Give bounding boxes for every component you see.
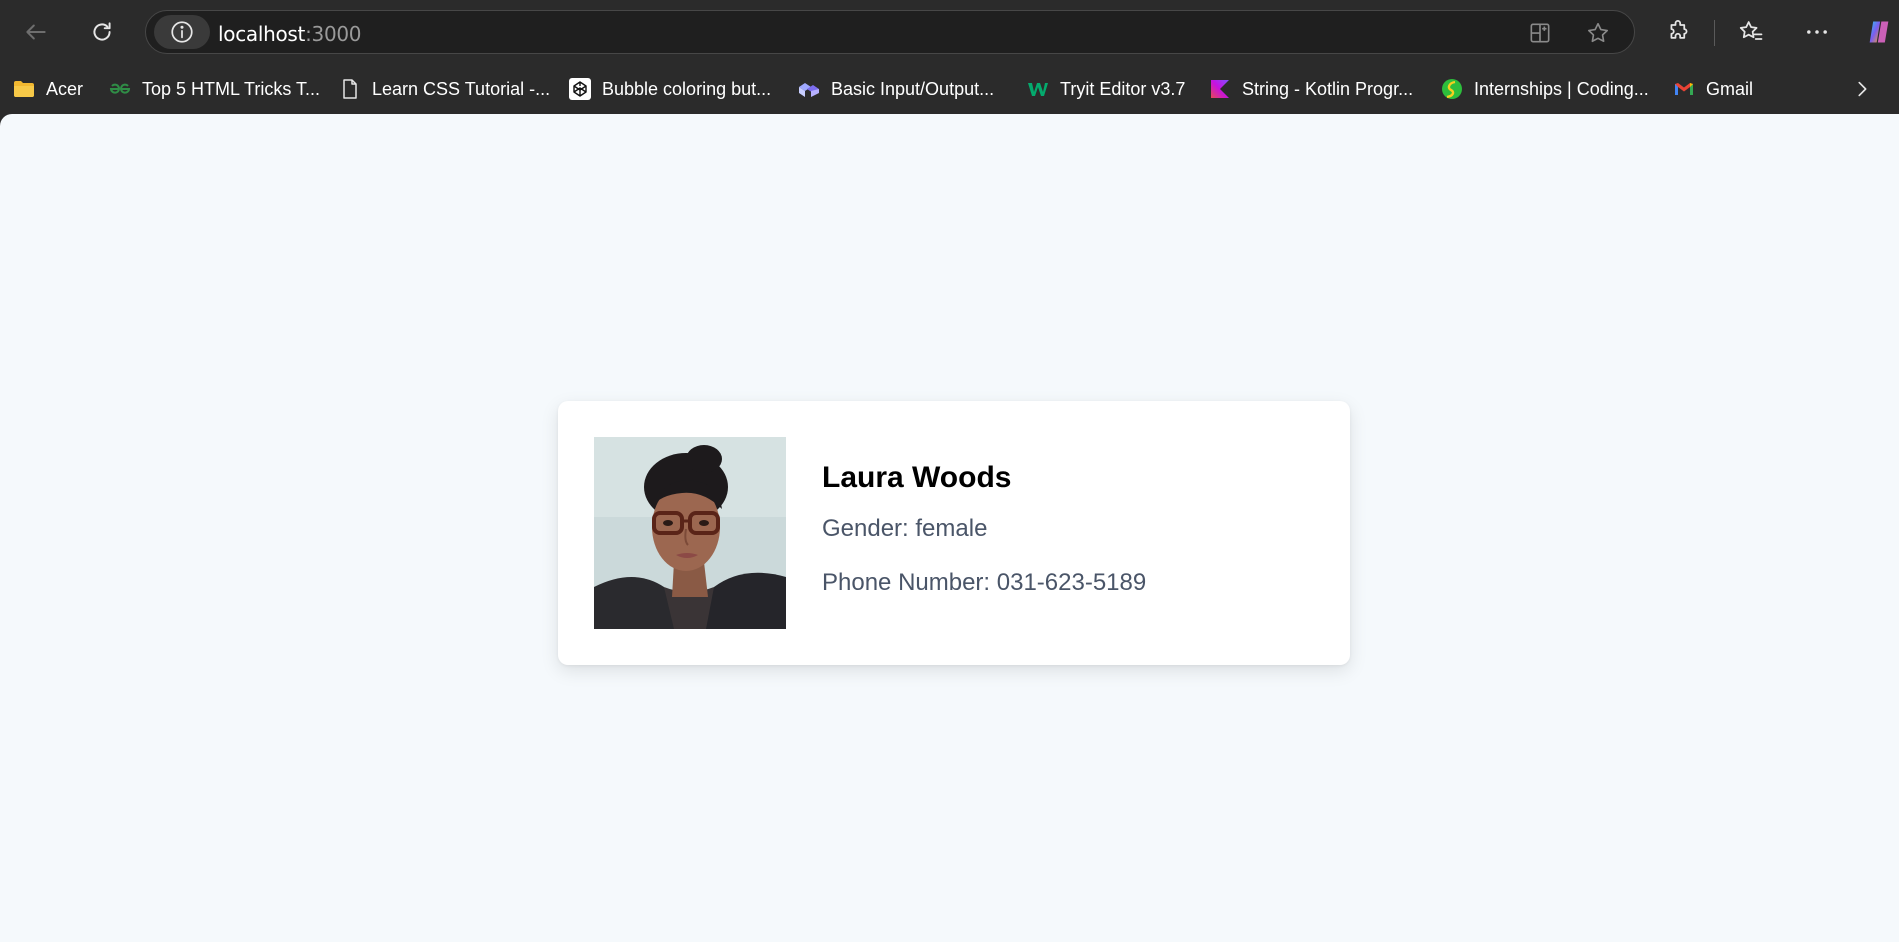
coding-site-icon [1440,77,1464,101]
geeksforgeeks-icon [108,77,132,101]
bookmark-label: Internships | Coding... [1474,78,1649,99]
address-bar[interactable]: localhost:3000 [145,10,1635,54]
bookmark-internships[interactable]: Internships | Coding... [1436,73,1653,105]
profile-phone: Phone Number: 031-623-5189 [822,569,1147,596]
url-text[interactable]: localhost:3000 [218,22,362,46]
copilot-button[interactable] [1859,12,1899,52]
profile-gender: Gender: female [822,515,988,542]
app-available-button[interactable] [1526,19,1554,47]
bookmark-css-tutorial[interactable]: Learn CSS Tutorial -... [334,73,554,105]
bookmark-label: Basic Input/Output... [831,78,995,99]
url-host: localhost [218,22,306,46]
app-grid-icon [1530,23,1550,43]
extensions-button[interactable] [1659,12,1699,52]
blocks-icon [797,77,821,101]
bookmark-basic-io[interactable]: Basic Input/Output... [793,73,998,105]
toolbar-divider [1714,20,1715,46]
profile-info: Laura Woods Gender: female Phone Number:… [822,461,1146,597]
copilot-icon [1869,21,1889,43]
gmail-icon [1672,77,1696,101]
profile-card: Laura Woods Gender: female Phone Number:… [558,401,1350,665]
ellipsis-icon [1807,30,1827,34]
profile-name: Laura Woods [822,461,1012,494]
page-viewport: Laura Woods Gender: female Phone Number:… [0,114,1899,942]
back-button[interactable] [16,12,56,52]
bookmark-acer[interactable]: Acer [8,73,87,105]
chevron-right-icon [1858,81,1867,97]
bookmarks-bar: Acer Top 5 HTML Tricks T... Learn CSS Tu… [0,64,1899,114]
profile-photo-image [594,437,786,629]
kotlin-icon [1208,77,1232,101]
profile-photo [594,437,786,629]
bookmark-label: Bubble coloring but... [602,78,772,99]
refresh-icon [93,22,111,41]
star-icon [1587,22,1609,43]
bookmark-label: String - Kotlin Progr... [1242,78,1414,99]
favorite-star-button[interactable] [1584,19,1612,47]
back-arrow-icon [26,24,46,40]
puzzle-icon [1670,20,1688,39]
bookmark-label: Learn CSS Tutorial -... [372,78,551,99]
bookmark-label: Top 5 HTML Tricks T... [142,78,321,99]
w3schools-icon [1026,77,1050,101]
codepen-icon [568,77,592,101]
info-icon [171,21,193,43]
favorites-button[interactable] [1731,12,1771,52]
bookmark-gmail[interactable]: Gmail [1668,73,1757,105]
refresh-button[interactable] [82,12,122,52]
page-icon [338,77,362,101]
url-port: :3000 [305,22,362,46]
browser-toolbar: localhost:3000 [0,0,1899,64]
folder-icon [12,77,36,101]
bookmarks-overflow-button[interactable] [1846,73,1878,105]
bookmark-tryit-editor[interactable]: Tryit Editor v3.7 [1022,73,1189,105]
bookmark-bubble-coloring[interactable]: Bubble coloring but... [564,73,775,105]
bookmark-html-tricks[interactable]: Top 5 HTML Tricks T... [104,73,324,105]
favorites-list-icon [1739,21,1763,40]
site-info-button[interactable] [154,15,210,49]
bookmark-label: Gmail [1706,78,1754,99]
bookmark-label: Acer [46,78,84,99]
more-options-button[interactable] [1797,12,1837,52]
bookmark-label: Tryit Editor v3.7 [1060,78,1186,99]
bookmark-kotlin-string[interactable]: String - Kotlin Progr... [1204,73,1417,105]
